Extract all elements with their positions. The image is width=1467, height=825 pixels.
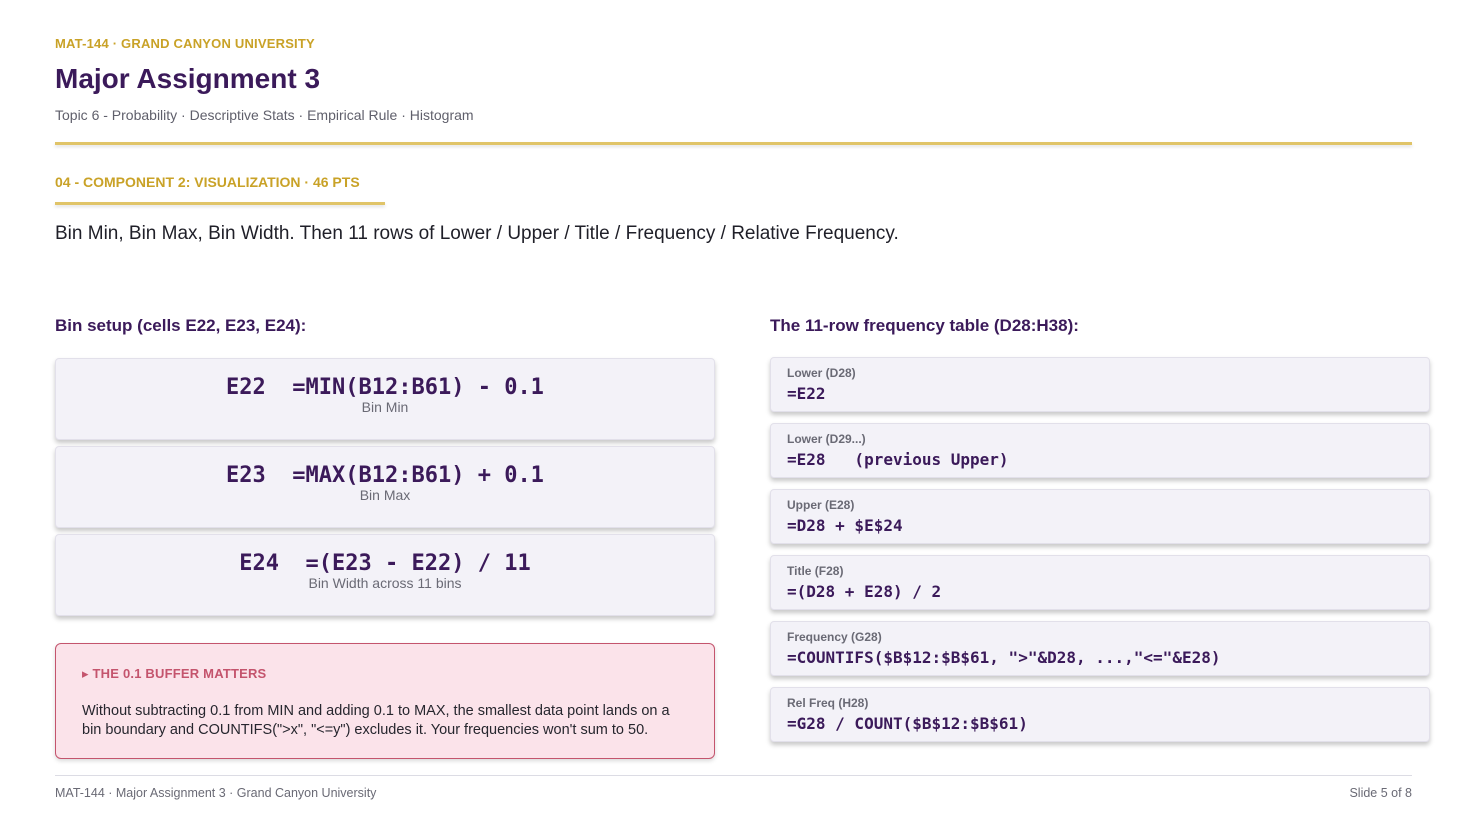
footer-divider	[55, 775, 1412, 776]
bin-width-formula: E24 =(E23 - E22) / 11	[239, 551, 531, 576]
bin-min-caption: Bin Min	[361, 399, 409, 415]
bin-width-card: E24 =(E23 - E22) / 11 Bin Width across 1…	[55, 534, 715, 616]
footer-course: MAT-144 · Major Assignment 3 · Grand Can…	[55, 786, 377, 800]
header-divider	[55, 142, 1412, 145]
buffer-callout: ▸ THE 0.1 BUFFER MATTERS Without subtrac…	[55, 643, 715, 759]
frequency-table-heading: The 11-row frequency table (D28:H38):	[770, 316, 1079, 335]
page-subtitle: Topic 6 - Probability · Descriptive Stat…	[55, 107, 474, 123]
page-title: Major Assignment 3	[55, 63, 321, 94]
freq-row-rel-freq: Rel Freq (H28) =G28 / COUNT($B$12:$B$61)	[770, 687, 1430, 742]
bin-max-card: E23 =MAX(B12:B61) + 0.1 Bin Max	[55, 446, 715, 528]
freq-row-label: Rel Freq (H28)	[787, 696, 869, 710]
section-lead: Bin Min, Bin Max, Bin Width. Then 11 row…	[55, 223, 899, 244]
section-label: 04 - COMPONENT 2: VISUALIZATION · 46 PTS	[55, 174, 360, 190]
freq-row-formula: =G28 / COUNT($B$12:$B$61)	[787, 714, 1028, 733]
freq-row-lower-next: Lower (D29...) =E28 (previous Upper)	[770, 423, 1430, 478]
callout-body: Without subtracting 0.1 from MIN and add…	[82, 703, 670, 738]
freq-row-label: Lower (D29...)	[787, 432, 866, 446]
bin-width-caption: Bin Width across 11 bins	[308, 575, 462, 591]
bin-min-formula: E22 =MIN(B12:B61) - 0.1	[226, 375, 544, 400]
bin-max-caption: Bin Max	[359, 487, 411, 503]
freq-row-label: Lower (D28)	[787, 366, 856, 380]
freq-row-frequency: Frequency (G28) =COUNTIFS($B$12:$B$61, "…	[770, 621, 1430, 676]
freq-row-lower-first: Lower (D28) =E22	[770, 357, 1430, 412]
freq-row-formula: =(D28 + E28) / 2	[787, 582, 942, 601]
freq-row-formula: =D28 + $E$24	[787, 516, 903, 535]
freq-row-formula: =COUNTIFS($B$12:$B$61, ">"&D28, ...,"<="…	[787, 648, 1221, 667]
header-eyebrow: MAT-144 · GRAND CANYON UNIVERSITY	[55, 36, 315, 51]
freq-row-upper: Upper (E28) =D28 + $E$24	[770, 489, 1430, 544]
section-divider	[55, 202, 385, 205]
freq-row-formula: =E22	[787, 384, 826, 403]
freq-row-formula: =E28 (previous Upper)	[787, 450, 1009, 469]
freq-row-label: Frequency (G28)	[787, 630, 882, 644]
callout-heading: ▸ THE 0.1 BUFFER MATTERS	[82, 666, 267, 681]
slide-counter: Slide 5 of 8	[1349, 786, 1412, 800]
freq-row-label: Upper (E28)	[787, 498, 855, 512]
freq-row-title: Title (F28) =(D28 + E28) / 2	[770, 555, 1430, 610]
freq-row-label: Title (F28)	[787, 564, 844, 578]
bin-min-card: E22 =MIN(B12:B61) - 0.1 Bin Min	[55, 358, 715, 440]
bin-max-formula: E23 =MAX(B12:B61) + 0.1	[226, 463, 544, 488]
bin-setup-heading: Bin setup (cells E22, E23, E24):	[55, 316, 307, 335]
